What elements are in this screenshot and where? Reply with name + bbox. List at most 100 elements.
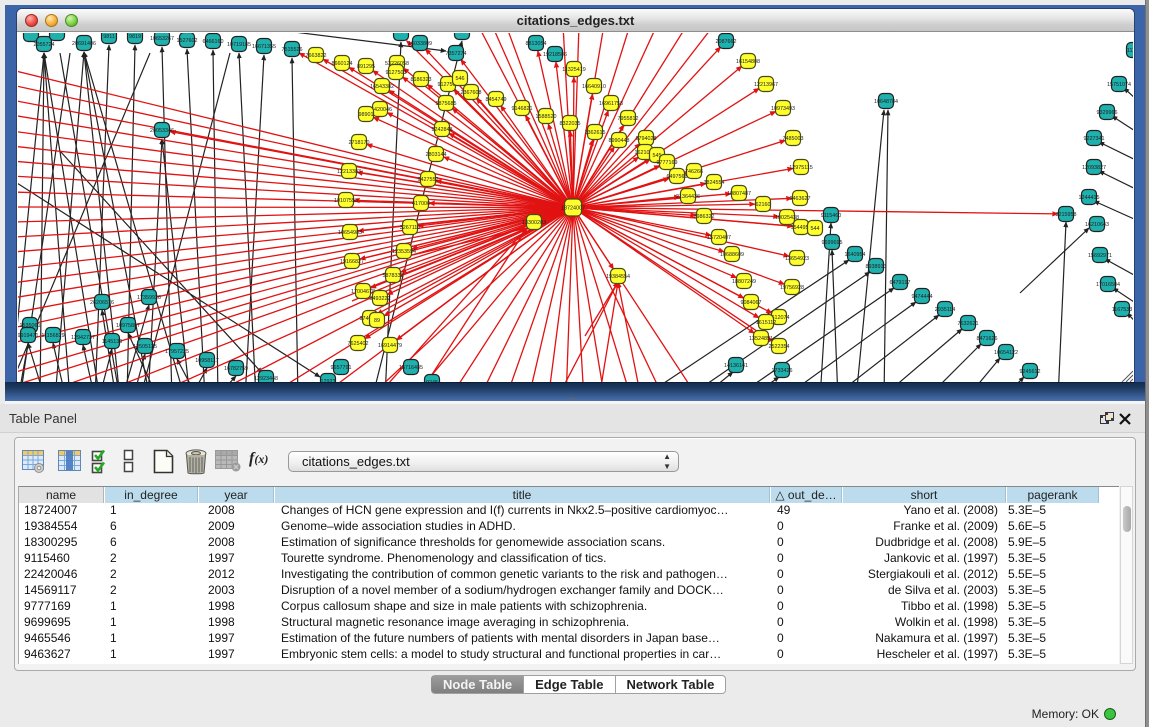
svg-text:16033809: 16033809 (408, 41, 432, 47)
svg-text:9811: 9811 (103, 34, 115, 40)
svg-text:11325419: 11325419 (562, 67, 586, 73)
svg-text:6794028: 6794028 (636, 136, 657, 142)
svg-text:8813054: 8813054 (526, 41, 547, 47)
svg-text:10807487: 10807487 (727, 191, 751, 197)
svg-text:1167533: 1167533 (1112, 307, 1133, 313)
svg-text:9127503: 9127503 (386, 70, 407, 76)
svg-text:9463627: 9463627 (790, 196, 811, 202)
svg-text:12942737: 12942737 (71, 335, 95, 341)
svg-text:16961758: 16961758 (599, 101, 623, 107)
svg-text:7955812: 7955812 (618, 116, 639, 122)
svg-text:544: 544 (811, 226, 820, 232)
svg-text:12213383: 12213383 (337, 169, 361, 175)
svg-text:7625402: 7625402 (348, 341, 369, 347)
svg-text:16543382: 16543382 (370, 84, 394, 90)
svg-text:9115460: 9115460 (821, 213, 842, 219)
svg-text:19166827: 19166827 (340, 259, 364, 265)
svg-text:10958117: 10958117 (195, 358, 219, 364)
svg-text:11173: 11173 (1127, 48, 1133, 54)
svg-text:15716485: 15716485 (399, 365, 423, 371)
svg-text:12923: 12923 (321, 379, 336, 382)
svg-text:20053346: 20053346 (150, 128, 174, 134)
svg-text:3267110: 3267110 (400, 225, 421, 231)
svg-text:10654983: 10654983 (338, 230, 362, 236)
svg-text:19218506: 19218506 (543, 52, 567, 58)
svg-text:10975887: 10975887 (116, 323, 140, 329)
svg-text:12213967: 12213967 (754, 82, 778, 88)
svg-text:7663822: 7663822 (306, 53, 327, 59)
svg-text:17957225: 17957225 (165, 349, 189, 355)
svg-text:17004678: 17004678 (351, 289, 375, 295)
svg-text:5875685: 5875685 (436, 101, 457, 107)
svg-text:15692971: 15692971 (1088, 253, 1112, 259)
svg-text:11156829: 11156829 (41, 333, 64, 339)
svg-text:8471626: 8471626 (977, 336, 998, 342)
svg-text:417006: 417006 (412, 201, 430, 207)
svg-text:10648784: 10648784 (874, 99, 898, 105)
svg-text:16154808: 16154808 (736, 59, 760, 65)
svg-text:9427552: 9427552 (418, 177, 439, 183)
svg-text:12923448: 12923448 (254, 376, 278, 382)
svg-text:2803144: 2803144 (426, 152, 447, 158)
svg-text:1527602: 1527602 (177, 38, 198, 44)
svg-text:2087662: 2087662 (716, 39, 737, 45)
svg-text:1615112: 1615112 (756, 320, 777, 326)
svg-text:98901: 98901 (359, 112, 374, 118)
svg-text:2055724: 2055724 (34, 42, 55, 48)
svg-text:16671355: 16671355 (252, 44, 276, 50)
svg-text:7986322: 7986322 (694, 214, 715, 220)
svg-text:8322035: 8322035 (560, 121, 581, 127)
svg-text:2367608: 2367608 (461, 90, 482, 96)
svg-text:3215958: 3215958 (1056, 212, 1077, 218)
svg-text:8990448: 8990448 (609, 138, 630, 144)
svg-text:1588520: 1588520 (536, 114, 557, 120)
svg-text:9227341: 9227341 (1084, 136, 1105, 142)
svg-text:15720407: 15720407 (707, 235, 731, 241)
svg-text:8454749: 8454749 (486, 97, 507, 103)
svg-text:5878332: 5878332 (383, 273, 404, 279)
svg-text:15751074: 15751074 (1107, 82, 1131, 88)
svg-text:7515526: 7515526 (282, 47, 303, 53)
svg-text:16210643: 16210643 (1085, 222, 1109, 228)
svg-text:10688609: 10688609 (720, 252, 744, 258)
svg-text:10653267: 10653267 (150, 36, 174, 42)
svg-text:13300203: 13300203 (522, 220, 546, 226)
svg-text:12353594: 12353594 (392, 249, 416, 255)
svg-text:62160: 62160 (756, 202, 771, 208)
svg-text:9146821: 9146821 (512, 106, 533, 112)
svg-text:7485003: 7485003 (783, 136, 804, 142)
svg-text:6479197: 6479197 (890, 280, 911, 286)
svg-text:8660124: 8660124 (332, 61, 353, 67)
svg-text:1244415: 1244415 (1079, 195, 1100, 201)
svg-text:2718170: 2718170 (349, 140, 370, 146)
svg-text:12975115: 12975115 (789, 165, 813, 171)
svg-text:6497568: 6497568 (667, 174, 688, 180)
svg-text:5493222: 5493222 (370, 296, 391, 302)
svg-text:2522354: 2522354 (769, 344, 790, 350)
svg-text:1362615: 1362615 (585, 130, 606, 136)
svg-text:16782759: 16782759 (224, 366, 248, 372)
svg-text:9699695: 9699695 (822, 240, 843, 246)
svg-text:10654122: 10654122 (994, 350, 1018, 356)
svg-text:18807249: 18807249 (732, 279, 756, 285)
svg-text:746266: 746266 (685, 169, 703, 175)
svg-text:9474444: 9474444 (912, 294, 933, 300)
svg-text:9329966: 9329966 (1097, 110, 1118, 116)
svg-text:9245612: 9245612 (1020, 369, 1041, 375)
svg-text:89: 89 (374, 318, 380, 324)
svg-text:26206576: 26206576 (90, 300, 114, 306)
svg-text:891295: 891295 (357, 64, 375, 70)
svg-text:21364436: 21364436 (676, 194, 700, 200)
svg-text:13654923: 13654923 (785, 256, 809, 262)
svg-text:10719185: 10719185 (227, 42, 251, 48)
svg-text:8186323: 8186323 (411, 77, 432, 83)
svg-text:6466160: 6466160 (203, 39, 224, 45)
svg-text:7632621: 7632621 (958, 321, 979, 327)
svg-text:16914479: 16914479 (378, 343, 402, 349)
svg-text:2935114: 2935114 (935, 307, 956, 313)
svg-text:20691406: 20691406 (72, 41, 96, 47)
svg-text:7357274: 7357274 (446, 51, 467, 57)
svg-text:14136141: 14136141 (724, 363, 748, 369)
svg-text:9657791: 9657791 (331, 365, 352, 371)
svg-text:12505135: 12505135 (133, 344, 157, 350)
